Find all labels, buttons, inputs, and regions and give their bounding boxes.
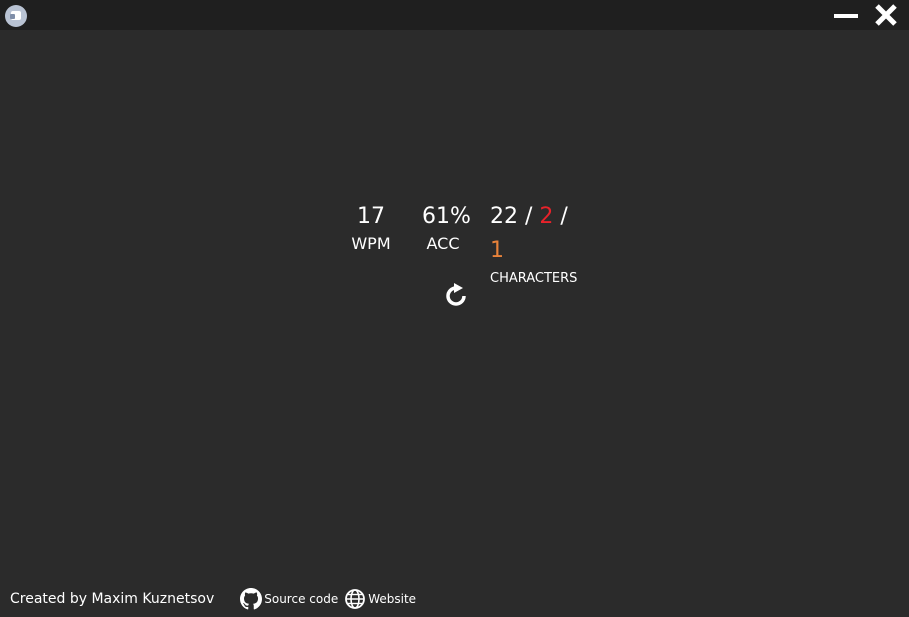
website-label: Website [368, 592, 417, 606]
characters-label: CHARACTERS [490, 271, 578, 286]
github-icon [240, 588, 263, 610]
restart-icon [446, 283, 466, 306]
accuracy-value: 61% [422, 204, 471, 229]
app-icon-accent [10, 14, 15, 19]
accuracy-label: ACC [426, 234, 460, 253]
minimize-button[interactable] [832, 2, 860, 28]
wpm-stat: 17 WPM [348, 200, 394, 254]
minimize-icon [834, 14, 858, 18]
correct-characters: 22 [490, 204, 518, 229]
results-panel: 17 WPM 61% ACC 22 / 2 / 1 CHARACTERS [340, 200, 600, 286]
source-code-label: Source code [264, 592, 339, 606]
app-icon [5, 5, 27, 27]
separator: / [560, 204, 568, 229]
wpm-value: 17 [357, 204, 385, 229]
characters-stat: 22 / 2 / 1 CHARACTERS [490, 200, 586, 290]
extra-characters: 1 [490, 238, 504, 263]
globe-icon [345, 589, 366, 609]
incorrect-characters: 2 [539, 204, 554, 229]
restart-button[interactable] [443, 283, 469, 309]
author-credit: Created by Maxim Kuznetsov [10, 591, 215, 607]
title-bar [0, 0, 909, 30]
close-button[interactable] [873, 2, 901, 28]
footer: Created by Maxim Kuznetsov Source code W… [10, 588, 422, 610]
source-code-link[interactable]: Source code [240, 588, 338, 610]
characters-value: 22 / 2 / 1 [490, 200, 586, 268]
accuracy-stat: 61% ACC [422, 200, 471, 254]
close-icon [875, 4, 897, 26]
website-link[interactable]: Website [344, 588, 416, 610]
wpm-label: WPM [351, 234, 391, 253]
separator: / [525, 204, 533, 229]
